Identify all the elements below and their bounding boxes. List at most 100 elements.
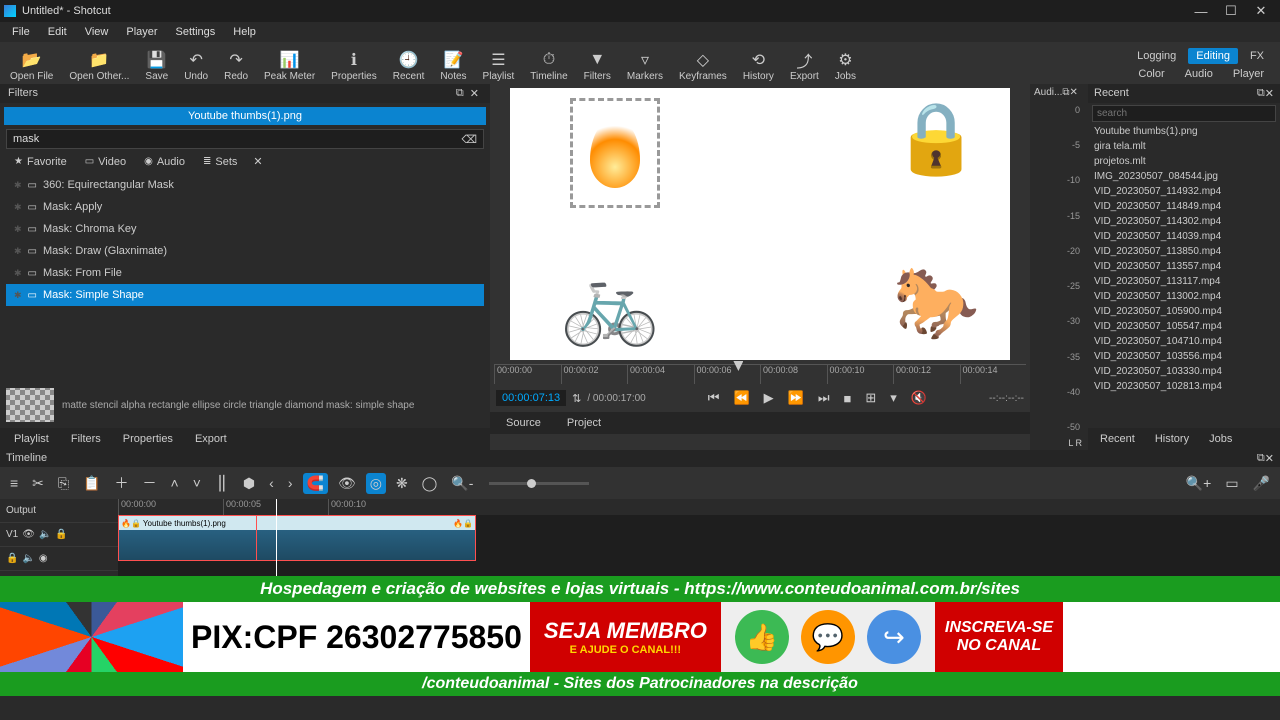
- recent-item[interactable]: VID_20230507_103556.mp4: [1088, 349, 1280, 364]
- recent-close-icon[interactable]: ✕: [1265, 87, 1274, 100]
- recent-tab-history[interactable]: History: [1145, 430, 1199, 448]
- mute-button[interactable]: 🔇: [907, 388, 931, 408]
- tool-history[interactable]: ⟲History: [735, 49, 782, 84]
- minimize-button[interactable]: —: [1186, 4, 1216, 19]
- recent-item[interactable]: VID_20230507_102813.mp4: [1088, 379, 1280, 394]
- track-visible-icon[interactable]: 👁: [22, 529, 35, 540]
- overwrite-button[interactable]: ˅: [189, 473, 205, 493]
- timeline-detach-icon[interactable]: ⧉: [1257, 452, 1265, 465]
- cut-button[interactable]: ✂: [28, 473, 48, 494]
- stop-button[interactable]: ■: [840, 389, 856, 408]
- timecode-display[interactable]: 00:00:07:13: [496, 390, 566, 406]
- zoom-fit-button[interactable]: ▭: [1221, 473, 1242, 494]
- mode-audio[interactable]: Audio: [1177, 66, 1221, 82]
- filter-item[interactable]: ✱▭Mask: Apply: [6, 196, 484, 218]
- player-tab-source[interactable]: Source: [494, 414, 553, 432]
- close-button[interactable]: ✕: [1246, 3, 1276, 19]
- timeline-clip[interactable]: 🔥🔒: [256, 515, 476, 561]
- tool-properties[interactable]: ℹProperties: [323, 49, 385, 84]
- tool-keyframes[interactable]: ◇Keyframes: [671, 49, 735, 84]
- remove-button[interactable]: －: [139, 471, 161, 495]
- filter-item[interactable]: ✱▭Mask: Draw (Glaxnimate): [6, 240, 484, 262]
- tool-notes[interactable]: 📝Notes: [432, 49, 474, 84]
- filter-item[interactable]: ✱▭Mask: Chroma Key: [6, 218, 484, 240]
- recent-item[interactable]: VID_20230507_105900.mp4: [1088, 304, 1280, 319]
- selected-clip-bar[interactable]: Youtube thumbs(1).png: [4, 107, 486, 125]
- menu-view[interactable]: View: [77, 24, 117, 40]
- timecode-spinner-icon[interactable]: ⇅: [572, 392, 581, 405]
- player-tab-project[interactable]: Project: [555, 414, 613, 432]
- mode-fx[interactable]: FX: [1242, 48, 1272, 64]
- tool-export[interactable]: ⤴Export: [782, 49, 827, 84]
- track-fx-icon[interactable]: ◉: [39, 553, 48, 564]
- filter-item[interactable]: ✱▭Mask: Simple Shape: [6, 284, 484, 306]
- filter-cat-video[interactable]: ▭Video: [77, 154, 134, 170]
- maximize-button[interactable]: ☐: [1216, 3, 1246, 19]
- recent-detach-icon[interactable]: ⧉: [1257, 87, 1265, 100]
- panel-detach-icon[interactable]: ⧉: [453, 87, 467, 100]
- tab-properties[interactable]: Properties: [113, 430, 183, 448]
- player-ruler[interactable]: 00:00:0000:00:0200:00:0400:00:0600:00:08…: [494, 364, 1026, 384]
- zoom-slider[interactable]: [489, 482, 589, 485]
- copy-button[interactable]: ⎘: [54, 473, 73, 494]
- tool-jobs[interactable]: ⚙Jobs: [827, 49, 864, 84]
- mode-player[interactable]: Player: [1225, 66, 1272, 82]
- panel-close-icon[interactable]: ✕: [467, 87, 482, 100]
- record-audio-button[interactable]: 🎤: [1249, 473, 1274, 494]
- track-lock-icon[interactable]: 🔒: [55, 529, 67, 540]
- mode-editing[interactable]: Editing: [1188, 48, 1238, 64]
- tool-timeline[interactable]: ⏱Timeline: [522, 49, 575, 84]
- recent-item[interactable]: VID_20230507_104710.mp4: [1088, 334, 1280, 349]
- recent-search-input[interactable]: [1092, 105, 1276, 122]
- tool-markers[interactable]: ▿Markers: [619, 49, 671, 84]
- ripple-button[interactable]: ◎: [366, 473, 386, 494]
- mode-color[interactable]: Color: [1130, 66, 1172, 82]
- recent-tab-jobs[interactable]: Jobs: [1199, 430, 1242, 448]
- recent-item[interactable]: VID_20230507_103330.mp4: [1088, 364, 1280, 379]
- play-button[interactable]: ▶: [760, 388, 778, 408]
- recent-item[interactable]: Youtube thumbs(1).png: [1088, 124, 1280, 139]
- recent-item[interactable]: VID_20230507_114039.mp4: [1088, 229, 1280, 244]
- recent-item[interactable]: IMG_20230507_084544.jpg: [1088, 169, 1280, 184]
- tab-playlist[interactable]: Playlist: [4, 430, 59, 448]
- timeline-menu-button[interactable]: ≡: [6, 473, 22, 493]
- filter-cat-favorite[interactable]: ★Favorite: [6, 154, 75, 170]
- append-button[interactable]: ＋: [111, 471, 133, 495]
- audio-detach-icon[interactable]: ⧉: [1062, 87, 1069, 98]
- filter-item[interactable]: ✱▭360: Equirectangular Mask: [6, 174, 484, 196]
- clear-search-icon[interactable]: ⌫: [455, 133, 483, 146]
- recent-item[interactable]: VID_20230507_114932.mp4: [1088, 184, 1280, 199]
- forward-button[interactable]: ⏩: [784, 388, 808, 408]
- tool-redo[interactable]: ↷Redo: [216, 49, 256, 84]
- snap-button[interactable]: 🧲: [303, 473, 328, 494]
- tool-save[interactable]: 💾Save: [137, 49, 176, 84]
- menu-help[interactable]: Help: [225, 24, 264, 40]
- recent-item[interactable]: VID_20230507_113850.mp4: [1088, 244, 1280, 259]
- audio-close-icon[interactable]: ✕: [1070, 87, 1078, 98]
- zoom-in-button[interactable]: 🔍+: [1182, 473, 1216, 494]
- recent-item[interactable]: VID_20230507_114849.mp4: [1088, 199, 1280, 214]
- track-mute2-icon[interactable]: 🔈: [22, 553, 34, 564]
- v1-track-header[interactable]: V1 👁 🔈 🔒: [0, 523, 118, 547]
- tool-filters[interactable]: ▼Filters: [576, 49, 619, 84]
- tool-open-file[interactable]: 📂Open File: [2, 49, 61, 84]
- track-lock2-icon[interactable]: 🔒: [6, 553, 18, 564]
- timeline-track-area[interactable]: 00:00:0000:00:0500:00:10 🔥🔒Youtube thumb…: [118, 499, 1280, 576]
- rewind-button[interactable]: ⏪: [729, 388, 753, 408]
- recent-item[interactable]: VID_20230507_113557.mp4: [1088, 259, 1280, 274]
- recent-item[interactable]: gira tela.mlt: [1088, 139, 1280, 154]
- menu-file[interactable]: File: [4, 24, 38, 40]
- filter-item[interactable]: ✱▭Mask: From File: [6, 262, 484, 284]
- tab-export[interactable]: Export: [185, 430, 237, 448]
- tool-undo[interactable]: ↶Undo: [176, 49, 216, 84]
- preview-canvas[interactable]: 🔒 🚲 🐎: [510, 88, 1010, 360]
- tool-recent[interactable]: 🕘Recent: [385, 49, 433, 84]
- menu-edit[interactable]: Edit: [40, 24, 75, 40]
- ripple-markers-button[interactable]: ◯: [418, 473, 442, 494]
- menu-settings[interactable]: Settings: [168, 24, 224, 40]
- recent-item[interactable]: VID_20230507_113117.mp4: [1088, 274, 1280, 289]
- filter-cat-audio[interactable]: ◉Audio: [136, 154, 193, 170]
- timeline-clip[interactable]: 🔥🔒Youtube thumbs(1).png: [118, 515, 258, 561]
- skip-start-button[interactable]: ⏮: [704, 388, 724, 408]
- tool-peak-meter[interactable]: 📊Peak Meter: [256, 49, 323, 84]
